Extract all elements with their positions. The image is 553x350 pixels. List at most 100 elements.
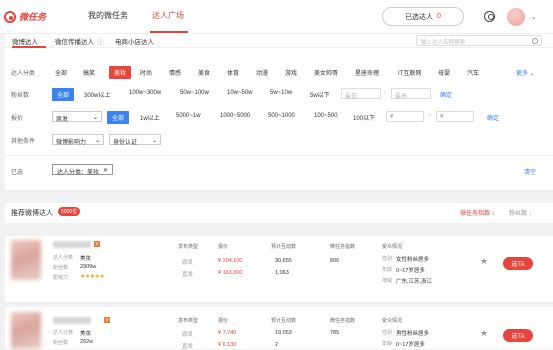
interact-value: 1,063 — [275, 270, 289, 276]
talent-name[interactable] — [53, 241, 91, 248]
auth-select[interactable]: 身份认证 ⌄ — [109, 134, 161, 146]
fans-option-selected[interactable]: 全部 — [52, 88, 75, 101]
more-categories-link[interactable]: 更多 ⌄ — [516, 68, 535, 77]
subtab-ecommerce[interactable]: 电商小店达人 — [115, 36, 154, 46]
talent-avatar[interactable] — [11, 312, 41, 349]
category-option-selected[interactable]: 美妆 — [109, 66, 132, 79]
sort-by-index[interactable]: 微任务指数 ↓ — [460, 208, 495, 217]
post-type: 直发 — [182, 272, 194, 278]
price-max-input[interactable]: ¥ — [436, 111, 474, 122]
fans-key: 粉丝数 — [53, 265, 69, 271]
audience-value: 女性粉丝居多 — [396, 257, 430, 263]
audience-key: 年龄 — [382, 267, 393, 273]
fans-option[interactable]: 50w~100w — [180, 90, 209, 96]
count-badge: 5000位 — [58, 207, 81, 216]
fans-option[interactable]: 5w~10w — [270, 90, 292, 96]
fans-max-input[interactable]: 最高 — [391, 88, 431, 100]
col-header: 受众情况 — [382, 244, 403, 250]
chevron-down-icon[interactable]: ⌄ — [531, 13, 537, 21]
other-label: 其他条件 — [11, 139, 36, 145]
price-value: ¥ 7,740 — [218, 330, 237, 336]
price-confirm-button[interactable]: 确定 — [487, 113, 499, 122]
col-header: 报价 — [218, 318, 229, 324]
audience-key: 性别 — [382, 330, 393, 336]
price-option-selected[interactable]: 全部 — [107, 111, 130, 124]
category-option[interactable]: 情感 — [169, 68, 181, 77]
price-min-input[interactable]: ¥ — [386, 111, 424, 122]
fans-key: 粉丝数 — [53, 340, 69, 346]
divider — [5, 155, 553, 156]
interact-value: 2 — [275, 342, 279, 348]
list-title: 推荐微博达人 — [11, 210, 53, 217]
fans-option[interactable]: 5w以下 — [310, 90, 330, 99]
search-icon[interactable] — [532, 37, 538, 44]
col-header: 微任务指数 — [330, 244, 356, 250]
influence-select[interactable]: 微博影响力 ⌄ — [52, 134, 104, 146]
fans-option[interactable]: 300w以上 — [84, 90, 110, 99]
chip-label: 达人分类：美妆 — [57, 169, 100, 176]
star-icon[interactable]: ★ — [480, 328, 488, 339]
col-header: 发布类型 — [178, 318, 199, 324]
category-option[interactable]: IT互联网 — [398, 68, 421, 77]
category-option[interactable]: 汽车 — [467, 68, 479, 77]
price-value: ¥ 6,130 — [218, 342, 237, 348]
chosen-filter-chip[interactable]: 达人分类：美妆 ✕ — [52, 164, 114, 176]
category-option[interactable]: 母婴 — [438, 68, 450, 77]
add-talent-button[interactable]: 选TA — [503, 329, 533, 342]
fans-option[interactable]: 100w~300w — [129, 90, 161, 96]
category-option[interactable]: 美女帅哥 — [314, 68, 338, 77]
category-key: 达人分类 — [53, 330, 74, 336]
logo-icon — [4, 10, 16, 23]
star-icon[interactable]: ★ — [480, 256, 488, 267]
price-option[interactable]: 1w以上 — [140, 113, 160, 122]
price-option[interactable]: 100以下 — [353, 113, 375, 122]
category-option[interactable]: 全部 — [55, 68, 67, 77]
price-option[interactable]: 500~1000 — [268, 113, 295, 119]
avatar[interactable] — [507, 8, 525, 26]
category-option[interactable]: 游戏 — [285, 68, 297, 77]
active-tab-underline — [150, 31, 188, 33]
category-option[interactable]: 美食 — [198, 68, 210, 77]
category-key: 达人分类 — [53, 255, 74, 261]
fans-label: 粉丝数 — [11, 93, 30, 99]
close-icon[interactable]: ✕ — [103, 167, 108, 174]
category-option[interactable]: 搞笑 — [83, 68, 95, 77]
category-option[interactable]: 星座命理 — [355, 68, 379, 77]
category-option[interactable]: 动漫 — [256, 68, 268, 77]
sort-by-fans[interactable]: 粉丝数 ↓ — [509, 208, 532, 217]
audience-value: 男性粉丝居多 — [396, 331, 430, 337]
col-header: 预计互动数 — [271, 318, 297, 324]
fans-option[interactable]: 10w~50w — [227, 90, 253, 96]
price-option[interactable]: 1000~5000 — [220, 113, 250, 119]
add-talent-button[interactable]: 选TA — [503, 257, 533, 270]
price-type-select[interactable]: 原发 ⌄ — [52, 111, 102, 123]
price-value: ¥ 163,300 — [218, 270, 243, 276]
nav-tab-my-tasks[interactable]: 我的微任务 — [88, 10, 128, 21]
brand-logo[interactable]: 微任务 — [4, 10, 46, 23]
interact-value: 19,053 — [275, 330, 292, 336]
price-option[interactable]: 5000~1w — [176, 113, 201, 119]
fans-min-input[interactable]: 最低 — [341, 88, 381, 100]
category-option[interactable]: 体育 — [227, 68, 239, 77]
range-dash: - — [384, 90, 386, 96]
subtab-weibo[interactable]: 微博达人 — [12, 36, 38, 46]
clear-filters-button[interactable]: 清空 — [524, 167, 536, 176]
info-icon[interactable]: ⓘ — [97, 36, 104, 46]
audience-value: 0~17岁居多 — [396, 268, 425, 274]
selected-talents-button[interactable]: 已选达人 0 — [382, 7, 464, 26]
category-option[interactable]: 时尚 — [140, 68, 152, 77]
audience-key: 地域 — [382, 278, 393, 284]
talent-name[interactable] — [53, 317, 91, 324]
nav-tab-talent-square[interactable]: 达人广场 — [152, 10, 184, 21]
chevron-down-icon: ⌄ — [94, 138, 100, 144]
verified-badge: V — [104, 317, 110, 323]
price-label: 报价 — [11, 116, 24, 122]
talent-avatar[interactable] — [11, 240, 41, 280]
price-option[interactable]: 100~500 — [314, 113, 338, 119]
chosen-label: 已选 — [11, 170, 24, 176]
category-value: 美妆 — [80, 256, 92, 262]
user-icon[interactable] — [484, 11, 495, 22]
search-input[interactable]: 输入达人名称搜索 — [416, 35, 542, 46]
subtab-wechat[interactable]: 微信传播达人 — [55, 36, 94, 46]
fans-confirm-button[interactable]: 确定 — [440, 90, 452, 99]
